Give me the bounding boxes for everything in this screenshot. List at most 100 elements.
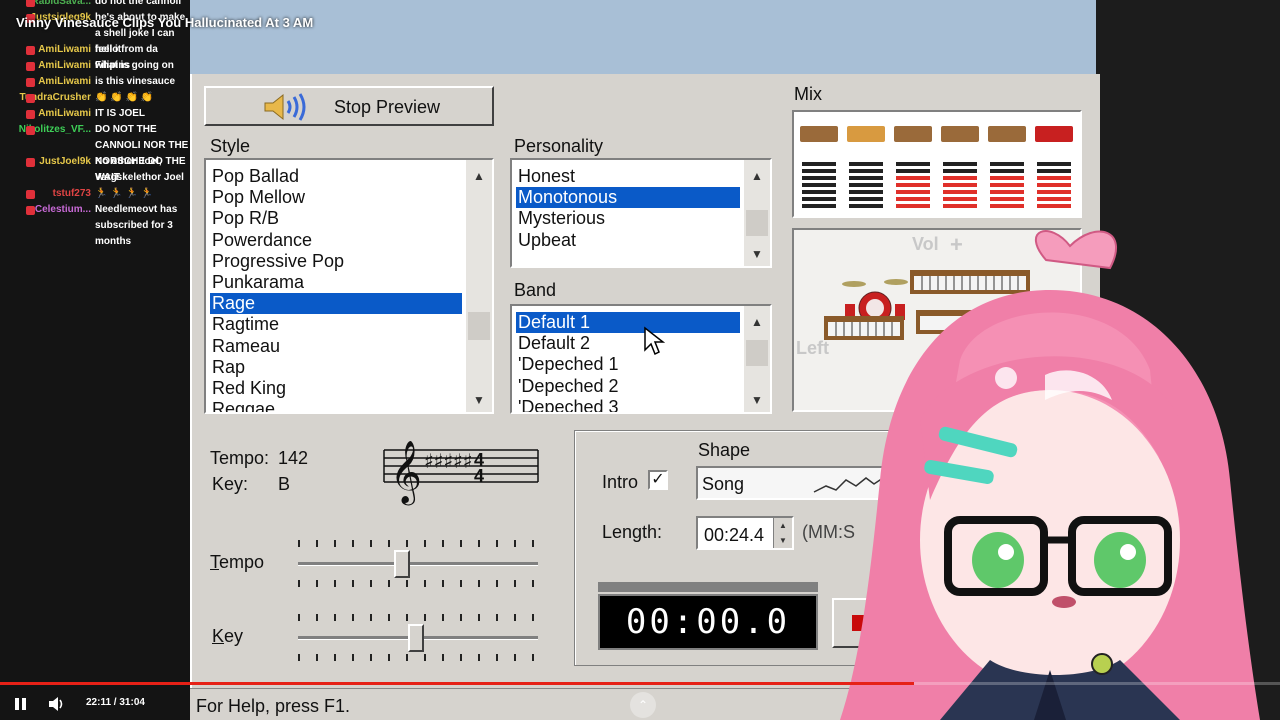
- guitar-icon: [847, 126, 885, 142]
- chat-message: do not the cannoli: [95, 0, 182, 7]
- personality-list[interactable]: Honest Monotonous Mysterious Upbeat ▲ ▼: [510, 158, 772, 268]
- list-item[interactable]: 'Depeched 2: [516, 376, 740, 397]
- pause-icon[interactable]: [15, 698, 27, 710]
- slider-thumb[interactable]: [407, 624, 424, 652]
- list-item[interactable]: Upbeat: [516, 230, 740, 251]
- list-item[interactable]: Honest: [516, 166, 740, 187]
- list-item[interactable]: 'Depeched 3: [516, 397, 740, 412]
- mix-meter-segment: [1037, 190, 1071, 194]
- style-scrollbar[interactable]: ▲ ▼: [466, 160, 492, 412]
- slider-tick: [406, 540, 408, 547]
- slider-tick: [460, 614, 462, 621]
- scroll-down-icon[interactable]: ▼: [466, 388, 492, 412]
- list-item[interactable]: Pop Ballad: [210, 166, 462, 187]
- list-item[interactable]: Rap: [210, 357, 462, 378]
- list-item[interactable]: Powerdance: [210, 230, 462, 251]
- mix-meter-segment: [990, 183, 1024, 187]
- vtuber-avatar: [840, 230, 1260, 720]
- chat-message: what is going on: [95, 60, 174, 71]
- list-item[interactable]: Pop Mellow: [210, 187, 462, 208]
- slider-tick: [478, 580, 480, 587]
- slider-tick: [442, 580, 444, 587]
- video-frame: Stop Preview Style Pop Ballad Pop Mellow P…: [0, 0, 1280, 720]
- list-item[interactable]: 'Depeched 1: [516, 354, 740, 375]
- expand-chevron-icon[interactable]: ⌃: [630, 692, 656, 718]
- stop-preview-button[interactable]: Stop Preview: [204, 86, 494, 126]
- scroll-thumb[interactable]: [468, 312, 490, 340]
- key-slider[interactable]: [298, 610, 538, 662]
- keyboard-icon: [800, 126, 838, 142]
- scroll-up-icon[interactable]: ▲: [744, 310, 770, 334]
- chat-badge-icon: [26, 190, 35, 199]
- mix-meter-segment: [802, 183, 836, 187]
- list-item[interactable]: Ragtime: [210, 314, 462, 335]
- mix-meter-segment: [990, 197, 1024, 201]
- scroll-down-icon[interactable]: ▼: [744, 242, 770, 266]
- slider-tick: [424, 614, 426, 621]
- slider-tick: [298, 540, 300, 547]
- mix-meter-segment: [896, 169, 930, 173]
- band-list[interactable]: Default 1 Default 2 'Depeched 1 'Depeched 2…: [510, 304, 772, 414]
- intro-label: Intro: [602, 472, 639, 492]
- scroll-down-icon[interactable]: ▼: [744, 388, 770, 412]
- video-progress-bar[interactable]: [0, 682, 1280, 685]
- list-item[interactable]: Mysterious: [516, 208, 740, 229]
- tempo-slider[interactable]: [298, 536, 538, 588]
- timer-value: 00:00.0: [625, 602, 791, 642]
- slider-tick: [496, 540, 498, 547]
- slider-tick: [316, 540, 318, 547]
- slider-tick: [478, 654, 480, 661]
- slider-tick: [496, 654, 498, 661]
- slider-tick: [352, 654, 354, 661]
- volume-icon[interactable]: [48, 696, 66, 712]
- list-item[interactable]: Reggae: [210, 399, 462, 412]
- scroll-up-icon[interactable]: ▲: [744, 164, 770, 188]
- chat-username[interactable]: AmiLiwami: [38, 44, 91, 55]
- chat-username[interactable]: AmiLiwami: [38, 60, 91, 71]
- scroll-thumb[interactable]: [746, 210, 768, 236]
- scroll-up-icon[interactable]: ▲: [466, 164, 492, 188]
- mix-meter-segment: [896, 190, 930, 194]
- list-item[interactable]: Default 2: [516, 333, 740, 354]
- mix-meter-segment: [849, 162, 883, 166]
- chat-username[interactable]: AmiLiwami: [38, 108, 91, 119]
- mix-meter-segment: [943, 190, 977, 194]
- band-scrollbar[interactable]: ▲ ▼: [744, 306, 770, 412]
- list-item[interactable]: Default 1: [516, 312, 740, 333]
- list-item[interactable]: Red King: [210, 378, 462, 399]
- length-spinner[interactable]: ▲ ▼: [773, 518, 792, 548]
- list-item[interactable]: Pop R/B: [210, 208, 462, 229]
- style-list[interactable]: Pop Ballad Pop Mellow Pop R/B Powerdance Pro…: [204, 158, 494, 414]
- intro-checkbox[interactable]: ✓: [648, 470, 668, 490]
- mix-panel: [792, 110, 1082, 218]
- keyboard-icon: [941, 126, 979, 142]
- svg-text:♯♯♯♯♯: ♯♯♯♯♯: [424, 449, 472, 473]
- length-input[interactable]: 00:24.4 ▲ ▼: [696, 516, 794, 550]
- chat-username[interactable]: tstuf273: [53, 188, 91, 199]
- tempo-info-label: Tempo:: [210, 448, 270, 468]
- slider-tick: [424, 580, 426, 587]
- slider-tick: [514, 614, 516, 621]
- list-item[interactable]: Progressive Pop: [210, 251, 462, 272]
- status-text: For Help, press F1.: [196, 696, 351, 716]
- chat-username[interactable]: AmiLiwami: [38, 76, 91, 87]
- scroll-thumb[interactable]: [746, 340, 768, 366]
- personality-scrollbar[interactable]: ▲ ▼: [744, 160, 770, 266]
- chat-username[interactable]: RabidSava...: [32, 0, 91, 7]
- style-label: Style: [210, 136, 251, 156]
- chat-badge-icon: [26, 94, 35, 103]
- slider-thumb[interactable]: [394, 550, 411, 578]
- chat-badge-icon: [26, 46, 35, 55]
- mix-meter-segment: [896, 162, 930, 166]
- mix-meter-segment: [943, 176, 977, 180]
- chat-username[interactable]: Celestium...: [35, 204, 91, 215]
- chat-message: No other Joel, Vargskelethor Joel: [95, 156, 184, 183]
- list-item[interactable]: Punkarama: [210, 272, 462, 293]
- slider-tick: [532, 580, 534, 587]
- slider-tick: [298, 614, 300, 621]
- chat-username[interactable]: JustJoel9k: [39, 156, 91, 167]
- list-item[interactable]: Rage: [210, 293, 462, 315]
- list-item[interactable]: Monotonous: [516, 187, 740, 209]
- list-item[interactable]: Rameau: [210, 336, 462, 357]
- slider-tick: [334, 580, 336, 587]
